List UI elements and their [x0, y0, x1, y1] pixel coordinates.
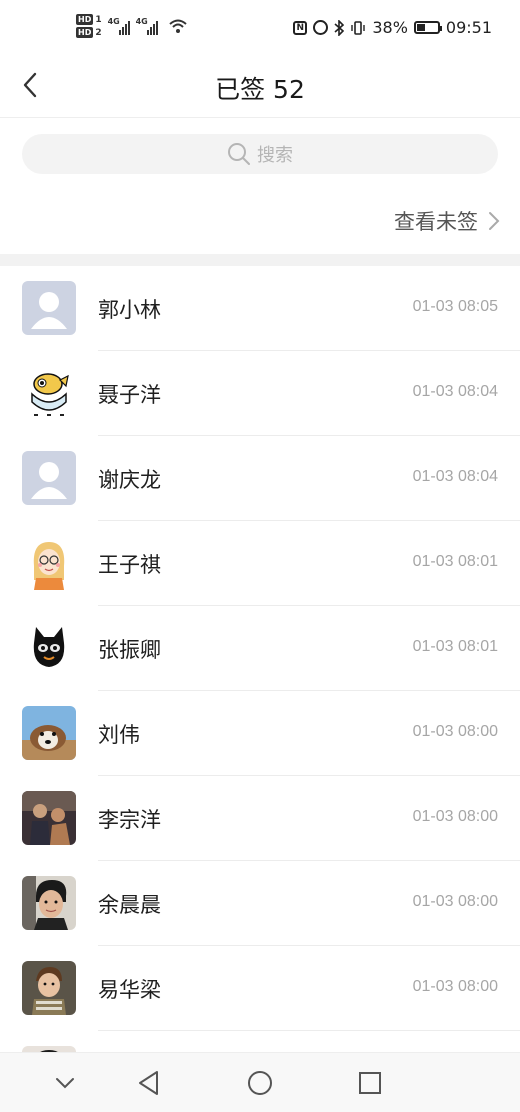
- sign-time: 01-03 08:01: [412, 638, 498, 655]
- dog-photo-avatar: [22, 706, 76, 760]
- hd1-indicator: HD 1: [76, 14, 102, 25]
- black-cat-avatar: [22, 621, 76, 675]
- hd1-badge: HD: [76, 14, 94, 25]
- back-triangle-icon: [139, 1071, 158, 1095]
- member-name: 余晨晨: [98, 893, 161, 917]
- home-nav-button[interactable]: [242, 1065, 278, 1101]
- hd2-number: 2: [95, 27, 102, 38]
- vibrate-icon: [351, 20, 366, 35]
- member-name: 郭小林: [98, 298, 161, 322]
- list-item[interactable]: 李宗洋 01-03 08:00: [0, 776, 520, 861]
- default-avatar: [22, 281, 76, 335]
- sign-time: 01-03 08:00: [412, 978, 498, 995]
- home-circle-icon: [248, 1071, 272, 1095]
- chevron-right-icon: [489, 212, 500, 230]
- signal2-label: 4G: [135, 17, 148, 26]
- nfc-icon: N: [293, 20, 308, 35]
- sign-time: 01-03 08:04: [412, 383, 498, 400]
- signal-icon: 4G: [108, 17, 130, 35]
- sign-time: 01-03 08:01: [412, 553, 498, 570]
- sign-time: 01-03 08:00: [412, 808, 498, 825]
- collapse-button[interactable]: [47, 1065, 83, 1101]
- sign-time: 01-03 08:00: [412, 893, 498, 910]
- list-item[interactable]: 张振卿 01-03 08:01: [0, 606, 520, 691]
- recents-nav-button[interactable]: [352, 1065, 388, 1101]
- child-photo-avatar: [22, 961, 76, 1015]
- view-unsigned-link[interactable]: 查看未签: [394, 206, 500, 236]
- status-bar: HD 1 HD 2 4G 4G N 38% 09:51: [0, 0, 520, 60]
- sign-time: 01-03 08:00: [412, 723, 498, 740]
- search-icon: [228, 143, 250, 165]
- alarm-icon: [313, 20, 329, 35]
- battery-percent: 38%: [372, 18, 408, 37]
- hd1-number: 1: [95, 14, 102, 25]
- people-photo-avatar: [22, 791, 76, 845]
- recents-square-icon: [359, 1072, 381, 1094]
- hd2-indicator: HD 2: [76, 27, 102, 38]
- member-name: 易华梁: [98, 978, 161, 1002]
- boy-photo-avatar: [22, 876, 76, 930]
- member-name: 张振卿: [98, 638, 161, 662]
- header: 已签 52: [0, 60, 520, 118]
- list-item[interactable]: 谢庆龙 01-03 08:04: [0, 436, 520, 521]
- sign-time: 01-03 08:05: [412, 298, 498, 315]
- battery-icon: [413, 21, 442, 34]
- page-title: 已签 52: [215, 75, 305, 104]
- signed-list: 郭小林 01-03 08:05 聂子洋 01-03 08:04 谢庆龙 01-0…: [0, 266, 520, 1112]
- default-avatar: [22, 451, 76, 505]
- bluetooth-icon: [334, 19, 345, 36]
- view-unsigned-label: 查看未签: [394, 210, 478, 234]
- member-name: 聂子洋: [98, 383, 161, 407]
- list-item[interactable]: 刘伟 01-03 08:00: [0, 691, 520, 776]
- search-input[interactable]: 搜索: [22, 134, 498, 174]
- member-name: 王子祺: [98, 553, 161, 577]
- clock: 09:51: [445, 18, 492, 37]
- list-item[interactable]: 易华梁 01-03 08:00: [0, 946, 520, 1031]
- search-placeholder: 搜索: [257, 145, 293, 166]
- wifi-icon: [168, 19, 187, 33]
- fish-cartoon-avatar: [22, 366, 76, 420]
- member-name: 谢庆龙: [98, 468, 161, 492]
- back-nav-button[interactable]: [131, 1065, 167, 1101]
- signal-icon: 4G: [136, 17, 158, 35]
- member-name: 李宗洋: [98, 808, 161, 832]
- member-name: 刘伟: [98, 723, 140, 747]
- system-nav-bar: [0, 1052, 520, 1112]
- hd2-badge: HD: [76, 27, 94, 38]
- list-item[interactable]: 王子祺 01-03 08:01: [0, 521, 520, 606]
- collapse-icon: [56, 1078, 74, 1089]
- list-item[interactable]: 聂子洋 01-03 08:04: [0, 351, 520, 436]
- list-item[interactable]: 余晨晨 01-03 08:00: [0, 861, 520, 946]
- sign-time: 01-03 08:04: [412, 468, 498, 485]
- section-divider: [0, 254, 520, 266]
- list-item[interactable]: 郭小林 01-03 08:05: [0, 266, 520, 351]
- signal1-label: 4G: [107, 17, 120, 26]
- girl-cartoon-avatar: [22, 536, 76, 590]
